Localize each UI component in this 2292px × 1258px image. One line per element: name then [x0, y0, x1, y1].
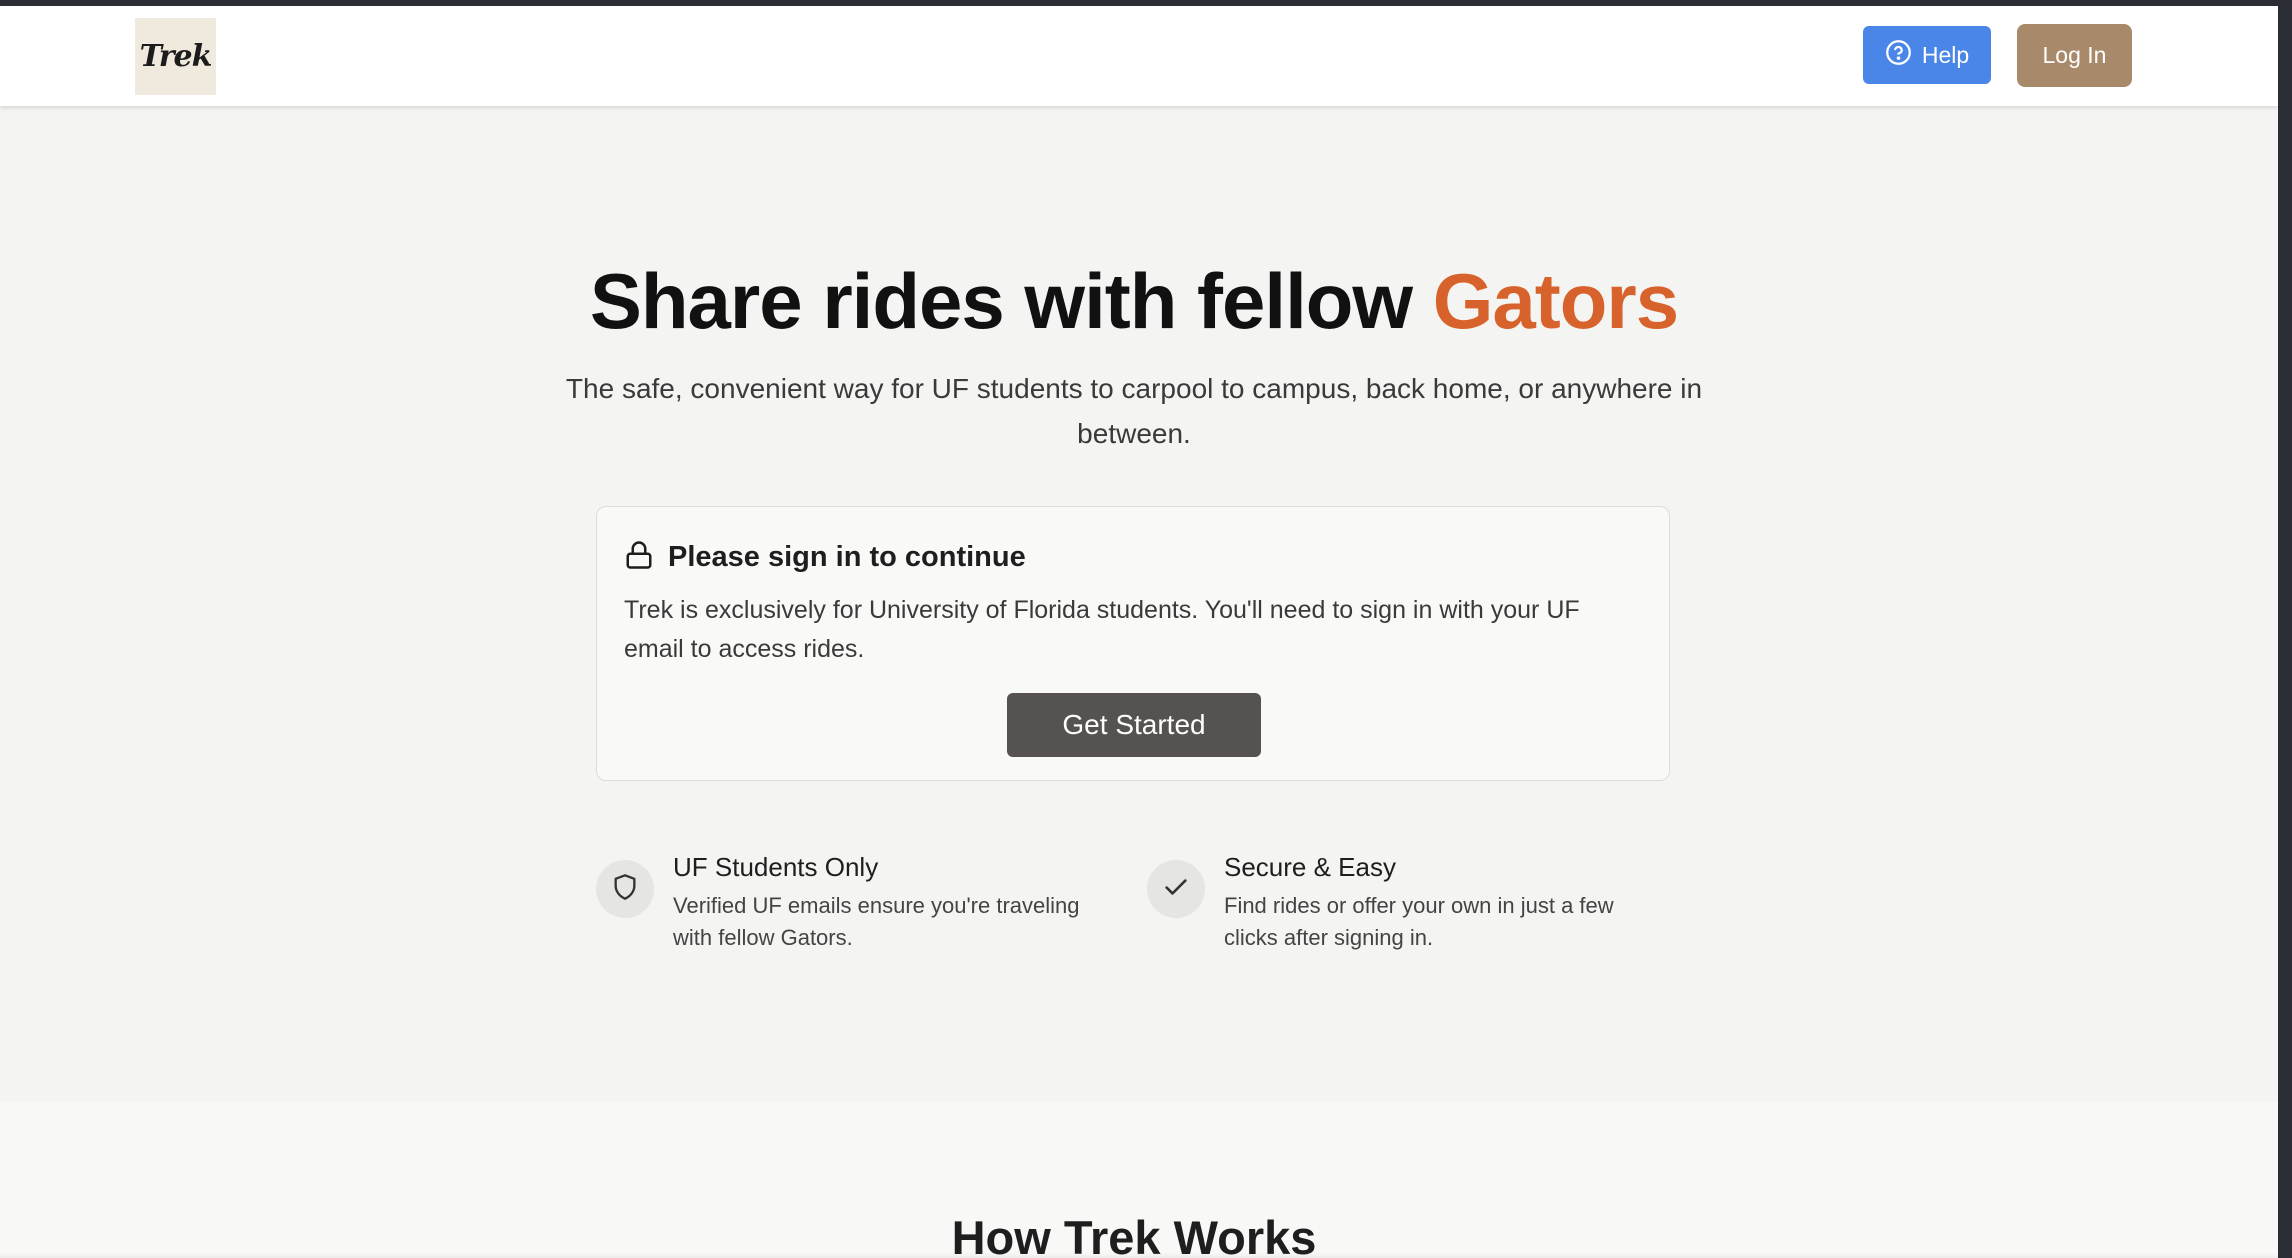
help-button[interactable]: Help: [1863, 26, 1991, 84]
feature-title: Secure & Easy: [1224, 852, 1396, 882]
question-circle-icon: [1885, 39, 1912, 72]
feature-icon-circle: [596, 860, 654, 918]
shield-icon: [611, 873, 639, 906]
signin-card-header: Please sign in to continue: [624, 539, 1026, 576]
feature-description: Find rides or offer your own in just a f…: [1224, 893, 1614, 950]
hero-title-accent: Gators: [1432, 257, 1679, 345]
hero-title-prefix: Share rides with fellow: [589, 257, 1433, 345]
signin-card-title: Please sign in to continue: [668, 541, 1026, 573]
how-it-works-title: How Trek Works: [951, 1211, 1317, 1258]
hero-subtitle: The safe, convenient way for UF students…: [565, 373, 1703, 449]
login-label: Log In: [2042, 42, 2107, 68]
get-started-button[interactable]: Get Started: [1007, 693, 1261, 757]
get-started-label: Get Started: [1062, 709, 1206, 740]
trek-logo[interactable]: Trek: [135, 18, 216, 95]
help-label: Help: [1921, 41, 1970, 68]
bottom-fade: [0, 1252, 2278, 1258]
login-button[interactable]: Log In: [2017, 24, 2132, 87]
lock-icon: [624, 539, 654, 576]
hero-title: Share rides with fellow Gators: [0, 256, 2268, 347]
how-it-works-section: How Trek Works: [0, 1102, 2278, 1258]
feature-icon-circle: [1147, 860, 1205, 918]
feature-title: UF Students Only: [673, 852, 879, 882]
check-icon: [1162, 873, 1190, 906]
feature-description: Verified UF emails ensure you're traveli…: [673, 893, 1080, 950]
logo-text: Trek: [139, 39, 213, 74]
navbar: Trek Help Log In: [0, 6, 2278, 106]
signin-card-text: Trek is exclusively for University of Fl…: [624, 596, 1580, 663]
page: Trek Help Log In Share rides with fellow…: [0, 6, 2278, 1258]
signin-card: Please sign in to continue Trek is exclu…: [596, 506, 1670, 781]
